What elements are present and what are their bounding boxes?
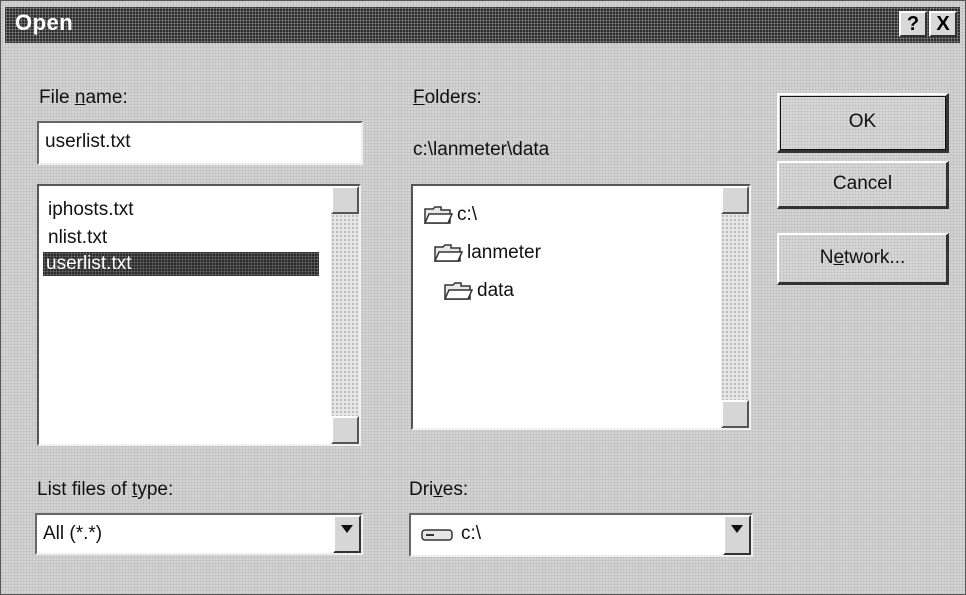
current-path: c:\lanmeter\data bbox=[413, 139, 550, 160]
folder-list-scrollbar[interactable] bbox=[721, 186, 749, 428]
file-type-value: All (*.*) bbox=[43, 523, 103, 544]
scroll-up-button[interactable] bbox=[721, 186, 749, 214]
open-folder-icon bbox=[443, 282, 473, 300]
drives-value: c:\ bbox=[461, 523, 482, 544]
title-bar[interactable]: Open ? X bbox=[5, 7, 960, 43]
open-folder-icon bbox=[423, 206, 453, 224]
drives-dropdown-button[interactable] bbox=[723, 515, 751, 555]
list-item-selected[interactable]: userlist.txt bbox=[43, 252, 319, 276]
ok-button[interactable]: OK bbox=[777, 93, 949, 153]
help-button[interactable]: ? bbox=[899, 11, 927, 37]
file-list-scrollbar[interactable] bbox=[331, 186, 359, 444]
scroll-down-button[interactable] bbox=[721, 400, 749, 428]
folders-label: Folders: bbox=[413, 87, 482, 108]
chevron-down-icon bbox=[731, 525, 743, 533]
list-item[interactable]: iphosts.txt bbox=[45, 198, 137, 222]
file-name-input[interactable]: userlist.txt bbox=[37, 121, 363, 165]
drives-label: Drives: bbox=[409, 479, 469, 500]
network-button[interactable]: Network... bbox=[777, 233, 949, 285]
list-item[interactable]: nlist.txt bbox=[45, 226, 110, 250]
folder-list[interactable]: c:\ lanmeter data bbox=[411, 184, 751, 430]
chevron-down-icon bbox=[341, 525, 353, 533]
scroll-down-button[interactable] bbox=[331, 416, 359, 444]
window-title: Open bbox=[15, 10, 74, 35]
drives-select[interactable]: c:\ bbox=[409, 513, 753, 557]
file-name-value: userlist.txt bbox=[45, 131, 131, 152]
file-type-label: List files of type: bbox=[37, 479, 174, 500]
file-list[interactable]: iphosts.txt nlist.txt userlist.txt bbox=[37, 184, 361, 446]
open-folder-icon bbox=[433, 244, 463, 262]
file-type-select[interactable]: All (*.*) bbox=[35, 513, 363, 555]
cancel-button[interactable]: Cancel bbox=[777, 161, 949, 209]
drive-icon bbox=[421, 529, 453, 541]
file-type-dropdown-button[interactable] bbox=[333, 515, 361, 553]
close-button[interactable]: X bbox=[929, 11, 957, 37]
open-dialog: Open ? X File name: userlist.txt iphosts… bbox=[0, 0, 966, 595]
file-name-label: File name: bbox=[39, 87, 128, 108]
scroll-up-button[interactable] bbox=[331, 186, 359, 214]
